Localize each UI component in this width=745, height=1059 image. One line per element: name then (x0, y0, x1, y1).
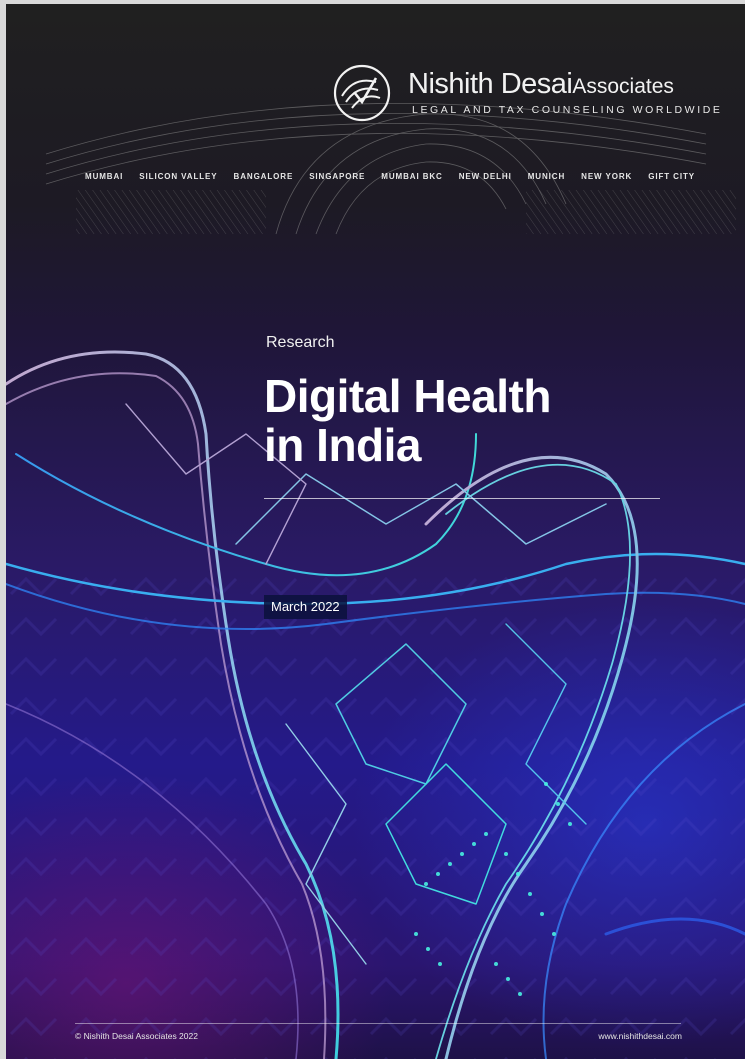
logo-wordmark: Nishith DesaiAssociates (408, 68, 674, 101)
cover-illustration (6, 103, 745, 1059)
office-item: MUMBAI BKC (381, 172, 443, 181)
office-item: GIFT CITY (648, 172, 695, 181)
report-cover: Nishith DesaiAssociates LEGAL AND TAX CO… (6, 4, 745, 1059)
brand-name-suffix: Associates (572, 75, 674, 98)
title-divider (264, 498, 660, 499)
office-item: NEW YORK (581, 172, 633, 181)
title-line-2: in India (264, 419, 422, 471)
office-item: SINGAPORE (309, 172, 366, 181)
document-type: Research (266, 334, 335, 351)
office-item: NEW DELHI (458, 172, 512, 181)
office-item: MUNICH (527, 172, 566, 181)
document-title: Digital Health in India (264, 372, 551, 470)
office-item: BANGALORE (233, 172, 294, 181)
website-link[interactable]: www.nishithdesai.com (598, 1031, 682, 1041)
company-logo: Nishith DesaiAssociates LEGAL AND TAX CO… (332, 62, 720, 132)
office-item: MUMBAI (85, 172, 124, 181)
title-line-1: Digital Health (264, 370, 551, 422)
copyright-notice: © Nishith Desai Associates 2022 (75, 1031, 198, 1041)
footer-divider (75, 1023, 681, 1024)
office-item: SILICON VALLEY (139, 172, 218, 181)
brand-name: Nishith Desai (408, 68, 573, 100)
office-locations: MUMBAI SILICON VALLEY BANGALORE SINGAPOR… (85, 172, 711, 186)
logo-emblem-icon (333, 64, 391, 122)
publication-date: March 2022 (264, 595, 347, 619)
brand-tagline: LEGAL AND TAX COUNSELING WORLDWIDE (412, 104, 723, 116)
